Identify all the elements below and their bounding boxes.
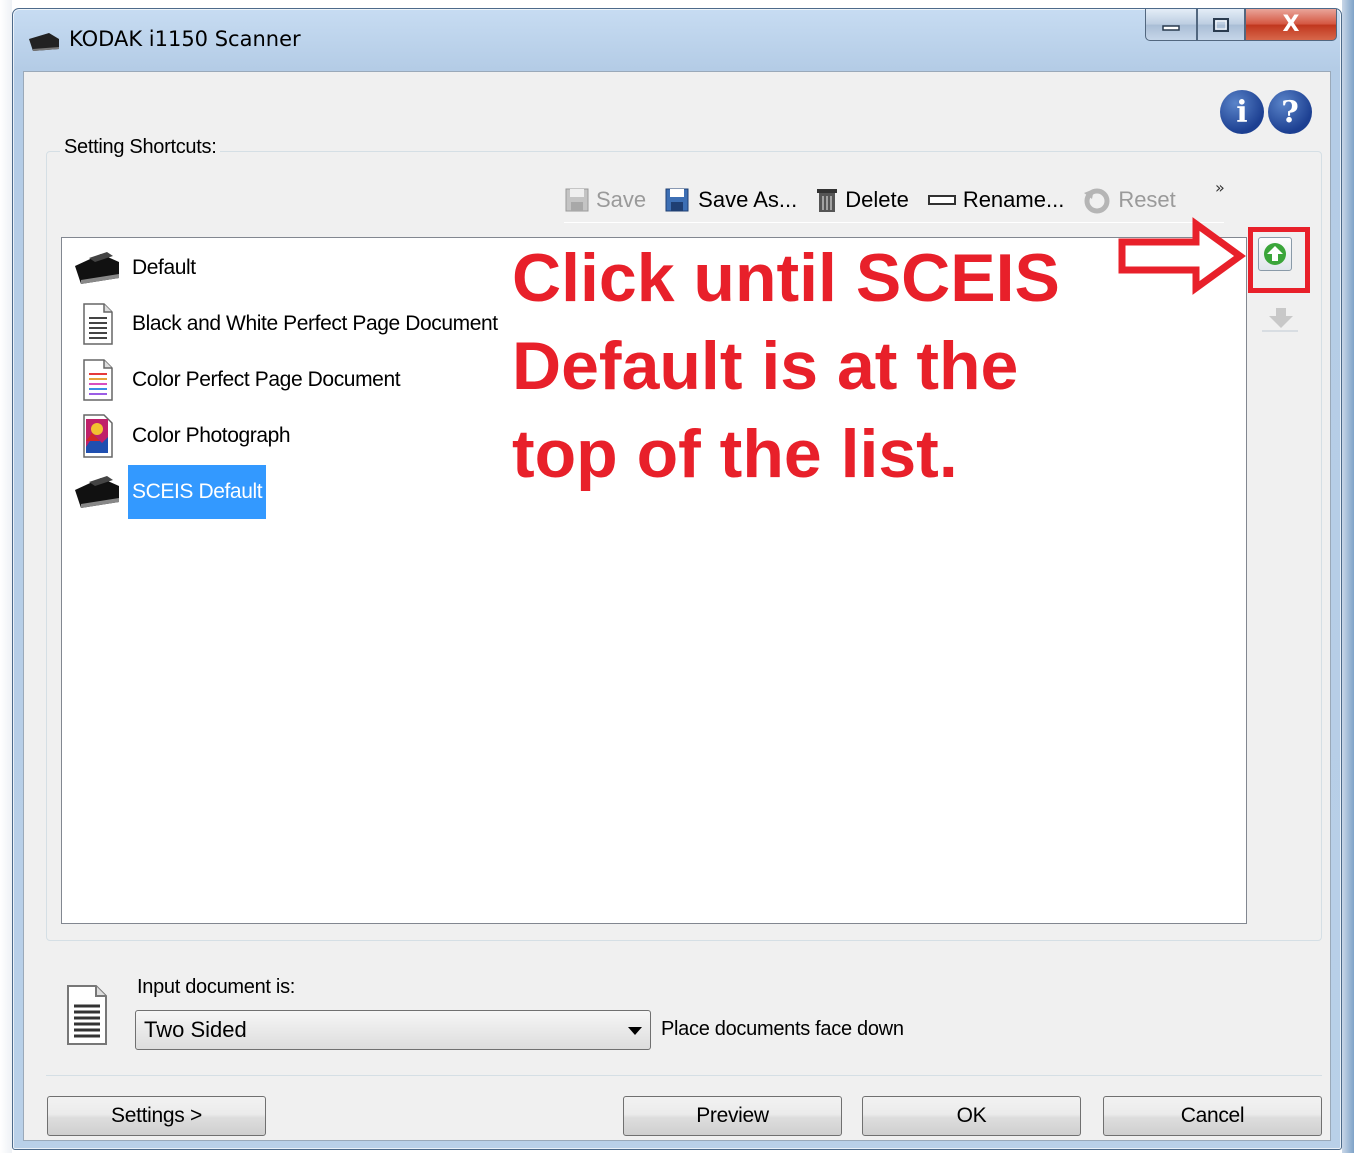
window-controls: X bbox=[1145, 9, 1337, 49]
reset-icon bbox=[1084, 188, 1110, 214]
annotation-line: Default is at the bbox=[512, 328, 1019, 404]
list-item-label: Black and White Perfect Page Document bbox=[132, 312, 498, 335]
delete-button[interactable]: Delete bbox=[815, 186, 909, 214]
maximize-button[interactable] bbox=[1197, 9, 1245, 41]
preview-button[interactable]: Preview bbox=[623, 1096, 842, 1136]
desktop-right-edge bbox=[1342, 0, 1354, 1153]
toolbar-overflow-chevron[interactable]: » bbox=[1215, 178, 1225, 197]
list-item-label-selected: SCEIS Default bbox=[128, 465, 267, 519]
reorder-controls bbox=[1248, 227, 1310, 407]
info-icon[interactable]: i bbox=[1220, 90, 1264, 134]
scanner-icon bbox=[70, 468, 124, 516]
save-as-label: Save As... bbox=[698, 187, 798, 212]
minimize-icon bbox=[1162, 24, 1180, 31]
window-title: KODAK i1150 Scanner bbox=[69, 27, 301, 51]
list-item-color-perfect-page[interactable]: Color Perfect Page Document bbox=[70, 354, 404, 406]
instruction-annotation: Click until SCEIS Default is at the top … bbox=[512, 234, 1152, 498]
save-label: Save bbox=[596, 187, 647, 212]
right-arrow-annotation-icon bbox=[1118, 217, 1246, 295]
help-icon[interactable]: ? bbox=[1268, 90, 1312, 134]
save-button[interactable]: Save bbox=[564, 187, 646, 213]
save-as-button[interactable]: Save As... bbox=[664, 187, 797, 213]
placement-note: Place documents face down bbox=[661, 1018, 904, 1040]
close-icon: X bbox=[1282, 12, 1300, 37]
list-item-label: Color Photograph bbox=[132, 424, 291, 447]
move-up-button[interactable] bbox=[1258, 237, 1292, 271]
rename-icon bbox=[927, 195, 956, 205]
annotation-line: Click until SCEIS bbox=[512, 240, 1060, 316]
dropdown-arrow-icon bbox=[628, 1027, 642, 1035]
maximize-icon bbox=[1213, 17, 1229, 32]
title-bar[interactable]: KODAK i1150 Scanner X bbox=[13, 9, 1341, 71]
save-icon bbox=[565, 188, 589, 212]
color-photo-icon bbox=[70, 412, 124, 460]
list-item-sceis-default[interactable]: SCEIS Default bbox=[70, 465, 267, 519]
list-item-default[interactable]: Default bbox=[70, 242, 200, 294]
reset-label: Reset bbox=[1118, 187, 1176, 212]
list-item-bw-perfect-page[interactable]: Black and White Perfect Page Document bbox=[70, 298, 502, 350]
list-item-color-photograph[interactable]: Color Photograph bbox=[70, 410, 294, 462]
rename-label: Rename... bbox=[962, 187, 1065, 212]
document-icon bbox=[67, 985, 107, 1045]
scanner-icon bbox=[70, 244, 124, 292]
list-item-label: Default bbox=[132, 256, 196, 279]
list-item-label: Color Perfect Page Document bbox=[132, 368, 401, 391]
minimize-button[interactable] bbox=[1145, 9, 1197, 41]
input-document-label: Input document is: bbox=[137, 976, 296, 998]
cancel-button[interactable]: Cancel bbox=[1103, 1096, 1322, 1136]
scanner-app-icon bbox=[29, 33, 59, 51]
arrow-down-icon bbox=[1269, 308, 1293, 328]
desktop-left-edge bbox=[0, 0, 12, 1153]
bw-document-icon bbox=[70, 300, 124, 348]
delete-label: Delete bbox=[845, 187, 909, 212]
scanner-window: KODAK i1150 Scanner X i ? Setting Shortc… bbox=[12, 8, 1342, 1150]
input-document-value: Two Sided bbox=[144, 1017, 247, 1042]
move-down-button[interactable] bbox=[1264, 303, 1298, 333]
reset-button[interactable]: Reset bbox=[1082, 185, 1176, 215]
arrow-up-icon bbox=[1264, 243, 1286, 265]
help-icons: i ? bbox=[1220, 90, 1312, 134]
reorder-divider bbox=[1262, 330, 1298, 332]
dialog-client-area: i ? Setting Shortcuts: Save Save As... D… bbox=[23, 71, 1331, 1141]
rename-button[interactable]: Rename... bbox=[927, 187, 1065, 213]
shortcuts-toolbar: Save Save As... Delete Rename... Reset bbox=[564, 180, 1194, 220]
trash-icon bbox=[817, 189, 838, 212]
save-as-icon bbox=[665, 188, 689, 212]
footer-separator bbox=[46, 1075, 1322, 1076]
annotation-line: top of the list. bbox=[512, 416, 958, 492]
settings-button[interactable]: Settings > bbox=[47, 1096, 266, 1136]
color-document-icon bbox=[70, 356, 124, 404]
close-button[interactable]: X bbox=[1245, 9, 1337, 41]
setting-shortcuts-label: Setting Shortcuts: bbox=[60, 136, 221, 159]
ok-button[interactable]: OK bbox=[862, 1096, 1081, 1136]
input-document-select[interactable]: Two Sided bbox=[135, 1010, 651, 1050]
